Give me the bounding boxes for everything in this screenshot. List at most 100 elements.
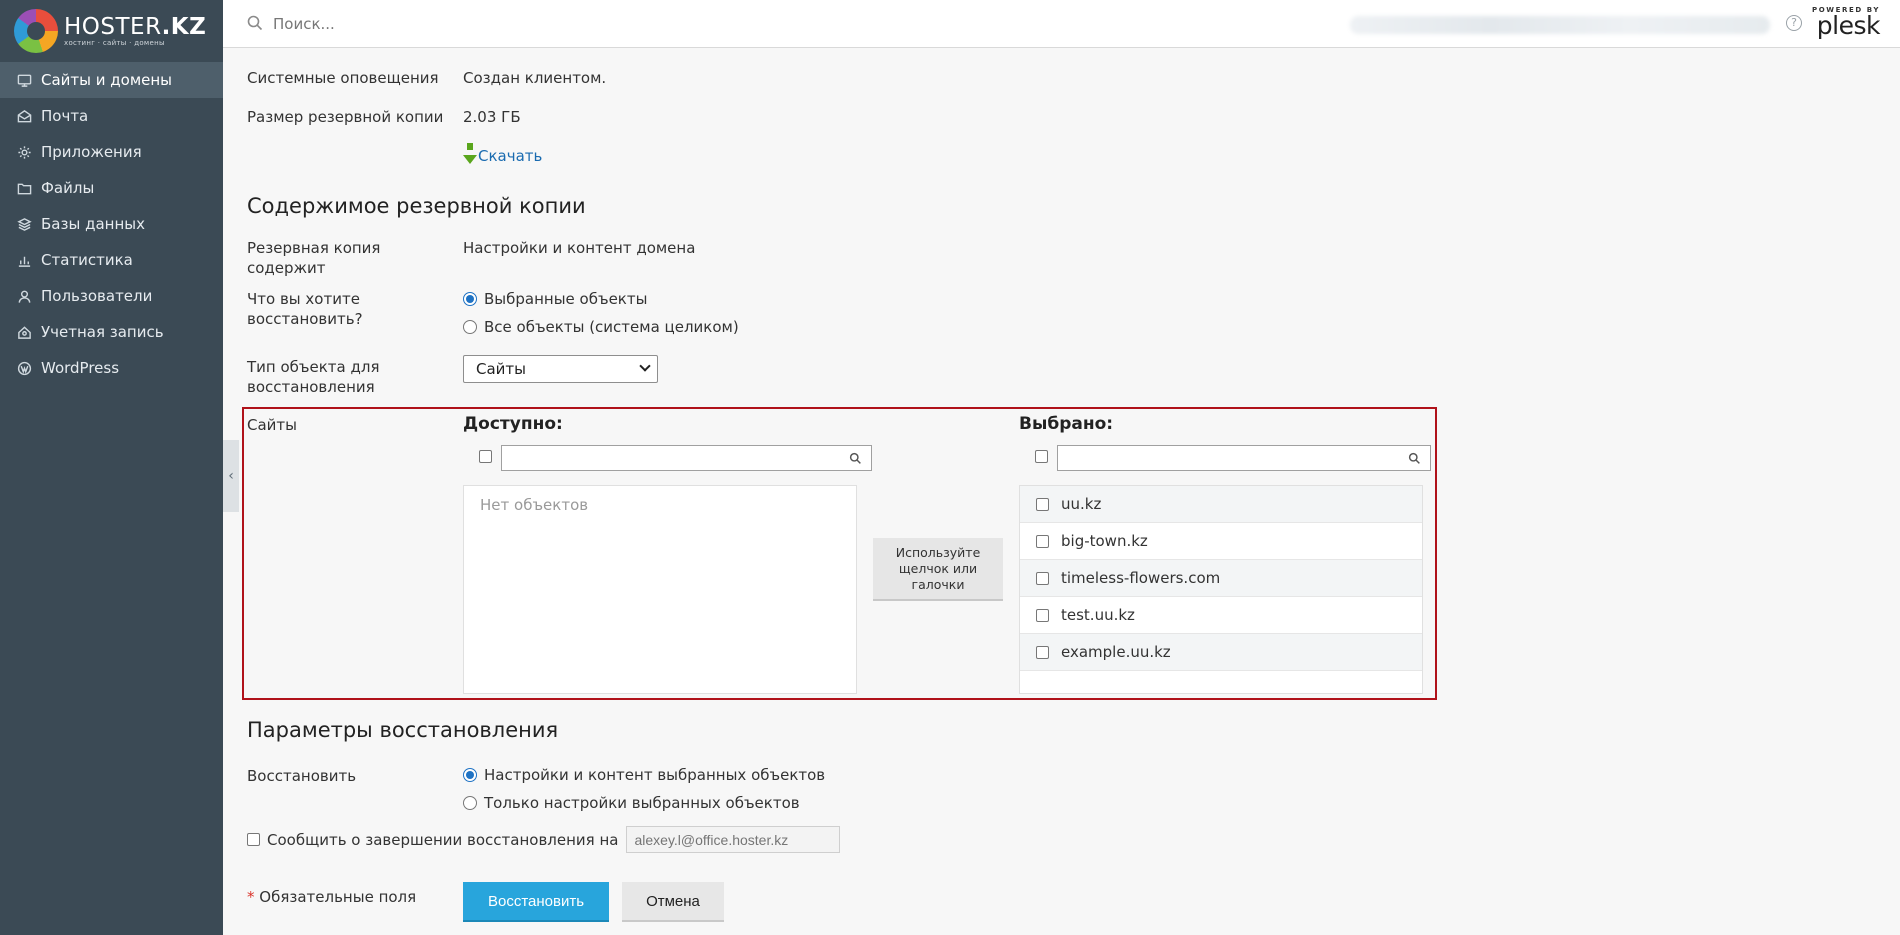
cancel-button[interactable]: Отмена [622, 882, 724, 922]
object-type-label: Тип объекта для восстановления [247, 358, 380, 396]
sidebar-item-statistics[interactable]: Статистика [0, 242, 223, 278]
notifications-value: Создан клиентом. [463, 69, 607, 87]
restore-all-objects-option[interactable]: Все объекты (система целиком) [463, 315, 739, 339]
gear-icon [16, 144, 32, 160]
sidebar-item-label: Файлы [41, 179, 95, 197]
sidebar-item-label: Почта [41, 107, 89, 125]
available-title: Доступно: [463, 414, 563, 434]
backup-size-label: Размер резервной копии [247, 108, 444, 126]
item-label: uu.kz [1061, 495, 1102, 513]
monitor-icon [16, 72, 32, 88]
backup-size-value: 2.03 ГБ [463, 108, 521, 126]
available-filter-input[interactable] [501, 445, 872, 471]
database-icon [16, 216, 32, 232]
brand-suffix: .KZ [161, 14, 207, 40]
logo[interactable]: HOSTER.KZ хостинг · сайты · домены [0, 0, 223, 62]
selected-filter-input[interactable] [1057, 445, 1431, 471]
option-label: Выбранные объекты [484, 290, 648, 308]
mail-icon [16, 108, 32, 124]
wordpress-icon [16, 360, 32, 376]
item-checkbox[interactable] [1036, 645, 1049, 659]
option-label: Все объекты (система целиком) [484, 318, 739, 336]
object-type-select[interactable]: Сайты [463, 355, 658, 383]
download-row: Скачать [463, 143, 542, 165]
selected-list: uu.kz big-town.kz timeless-flowers.com t… [1019, 485, 1423, 694]
folder-icon [16, 180, 32, 196]
sidebar: HOSTER.KZ хостинг · сайты · домены Сайты… [0, 0, 223, 935]
notifications-row: Системные оповещения Создан клиентом. [247, 68, 606, 88]
sidebar-item-apps[interactable]: Приложения [0, 134, 223, 170]
item-label: timeless-flowers.com [1061, 569, 1221, 587]
restore-mode-row: Восстановить Настройки и контент выбранн… [247, 763, 825, 815]
radio-button-checked[interactable] [463, 292, 477, 306]
list-item[interactable]: test.uu.kz [1020, 597, 1422, 634]
list-item[interactable]: big-town.kz [1020, 523, 1422, 560]
sidebar-item-files[interactable]: Файлы [0, 170, 223, 206]
form-footer: * Обязательные поля Восстановить Отмена [247, 882, 724, 922]
search-input[interactable] [273, 14, 673, 33]
brand-tagline: хостинг · сайты · домены [64, 39, 165, 47]
account-icon [16, 324, 32, 340]
download-arrow-icon [463, 143, 478, 165]
backup-contains-label: Резервная копия содержит [247, 239, 381, 277]
top-bar: ? POWERED BY plesk [223, 0, 1900, 48]
sidebar-item-users[interactable]: Пользователи [0, 278, 223, 314]
backup-contains-value: Настройки и контент домена [463, 239, 696, 257]
restore-mode-label: Восстановить [247, 767, 357, 785]
notify-email-field[interactable] [626, 826, 841, 853]
restore-what-row: Что вы хотите восстановить? Выбранные об… [247, 289, 739, 339]
logo-mark-icon [14, 9, 58, 53]
option-label: Только настройки выбранных объектов [484, 794, 800, 812]
restore-settings-content-option[interactable]: Настройки и контент выбранных объектов [463, 763, 825, 787]
radio-button-checked[interactable] [463, 768, 477, 782]
notifications-label: Системные оповещения [247, 69, 439, 87]
required-fields-label: Обязательные поля [259, 888, 417, 906]
item-checkbox[interactable] [1036, 497, 1049, 511]
sidebar-item-databases[interactable]: Базы данных [0, 206, 223, 242]
required-fields-note: * Обязательные поля [247, 882, 463, 907]
sidebar-item-label: Учетная запись [41, 323, 164, 341]
restore-button[interactable]: Восстановить [463, 882, 609, 922]
list-item[interactable]: timeless-flowers.com [1020, 560, 1422, 597]
download-link[interactable]: Скачать [478, 147, 542, 165]
restore-selected-objects-option[interactable]: Выбранные объекты [463, 287, 739, 311]
sites-section-label: Сайты [247, 416, 297, 434]
backup-contents-heading: Содержимое резервной копии [247, 194, 586, 218]
list-item[interactable]: example.uu.kz [1020, 634, 1422, 671]
sidebar-item-label: Сайты и домены [41, 71, 173, 89]
sidebar-item-label: Базы данных [41, 215, 145, 233]
radio-button[interactable] [463, 796, 477, 810]
sidebar-item-label: Пользователи [41, 287, 153, 305]
backup-contains-row: Резервная копия содержит Настройки и кон… [247, 238, 695, 278]
notify-label: Сообщить о завершении восстановления на [267, 830, 619, 849]
sidebar-item-mail[interactable]: Почта [0, 98, 223, 134]
sidebar-item-wordpress[interactable]: WordPress [0, 350, 223, 386]
item-checkbox[interactable] [1036, 571, 1049, 585]
sites-section-label-row: Сайты [247, 415, 463, 435]
restore-settings-only-option[interactable]: Только настройки выбранных объектов [463, 791, 825, 815]
sidebar-item-label: Статистика [41, 251, 133, 269]
sidebar-item-account[interactable]: Учетная запись [0, 314, 223, 350]
transfer-hint-button[interactable]: Используйте щелчок или галочки [873, 538, 1003, 601]
item-checkbox[interactable] [1036, 608, 1049, 622]
search-icon [247, 15, 265, 33]
sidebar-item-label: WordPress [41, 359, 120, 377]
backup-size-row: Размер резервной копии 2.03 ГБ [247, 107, 521, 127]
item-checkbox[interactable] [1036, 534, 1049, 548]
selected-title: Выбрано: [1019, 414, 1114, 434]
help-icon[interactable]: ? [1786, 15, 1802, 31]
object-type-row: Тип объекта для восстановления Сайты [247, 355, 658, 397]
search-icon [1408, 451, 1422, 465]
sidebar-item-label: Приложения [41, 143, 142, 161]
sidebar-collapse-button[interactable]: ‹ [223, 440, 239, 512]
radio-button[interactable] [463, 320, 477, 334]
sidebar-item-sites[interactable]: Сайты и домены [0, 62, 223, 98]
brand-name: HOSTER [64, 14, 162, 40]
available-empty-message: Нет объектов [480, 496, 589, 514]
list-item[interactable]: uu.kz [1020, 486, 1422, 523]
user-info-redacted [1350, 16, 1770, 34]
notify-checkbox[interactable] [247, 833, 260, 846]
search-icon [849, 451, 863, 465]
available-select-all-checkbox[interactable] [479, 450, 492, 463]
selected-select-all-checkbox[interactable] [1035, 450, 1048, 463]
